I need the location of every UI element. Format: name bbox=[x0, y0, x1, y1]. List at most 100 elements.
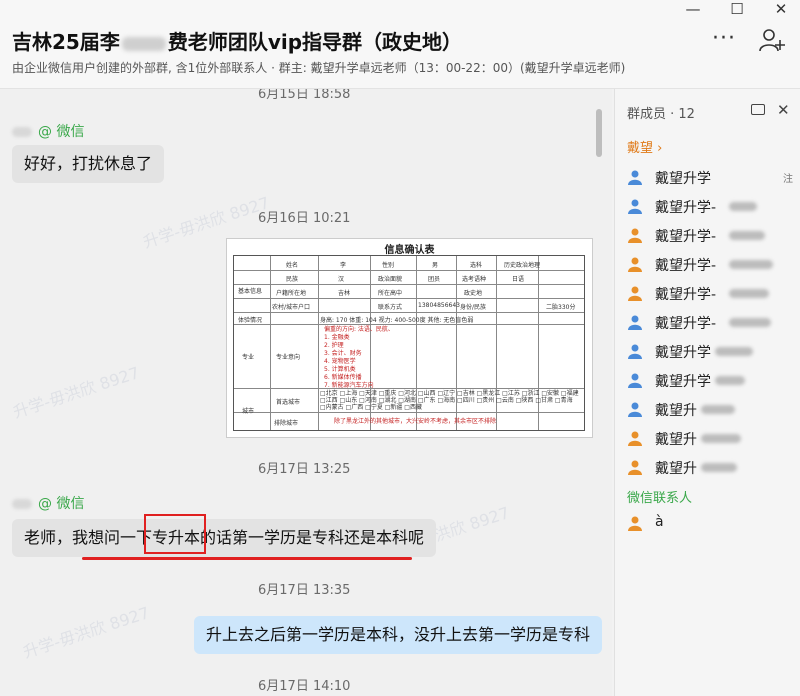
person-icon-body bbox=[628, 324, 642, 330]
image-message[interactable]: 信息确认表 基本信息 体验情况 专业 城市 姓名 民族 户籍所在地 农村/城市户… bbox=[226, 238, 593, 438]
form-row-label: 基本信息 bbox=[238, 288, 263, 295]
person-icon-head bbox=[631, 344, 639, 352]
city-line: □江西 □山东 □河南 □湖北 □湖南 □广东 □海南 □四川 □贵州 □云南 … bbox=[320, 397, 573, 404]
member-row[interactable]: 戴望升学- bbox=[627, 194, 797, 218]
member-row[interactable]: 戴望升 bbox=[627, 455, 797, 479]
member-row[interactable]: à bbox=[627, 511, 797, 535]
more-icon[interactable]: ··· bbox=[712, 26, 736, 51]
member-name-blur bbox=[715, 347, 753, 356]
form-cell: 汉 bbox=[338, 276, 345, 283]
member-row[interactable]: 戴望升学- bbox=[627, 310, 797, 334]
person-icon-head bbox=[631, 228, 639, 236]
person-icon-body bbox=[628, 440, 642, 446]
message-bubble-self[interactable]: 升上去之后第一学历是本科，没升上去第一学历是专科 bbox=[194, 616, 603, 654]
form-city2-note: 除了黑龙江外的其他城市，大兴安岭不考虑，其余市区不排除 bbox=[334, 418, 497, 425]
grid-line bbox=[318, 256, 319, 430]
message-icon[interactable] bbox=[751, 104, 765, 115]
member-name: à bbox=[655, 514, 664, 530]
person-icon bbox=[628, 257, 642, 272]
member-name: 戴望升学 bbox=[655, 345, 711, 361]
form-cell: 性别 bbox=[382, 262, 395, 269]
title-blur bbox=[121, 36, 166, 51]
major-line: 7. 新能源汽车方向 bbox=[324, 382, 374, 389]
person-icon bbox=[628, 402, 642, 417]
form-row-label: 体验情况 bbox=[238, 317, 263, 324]
member-name-blur bbox=[729, 202, 757, 211]
sender-name-blur bbox=[12, 499, 32, 509]
person-icon-head bbox=[631, 286, 639, 294]
member-name: 戴望升学- bbox=[655, 200, 717, 216]
form-cell: 政治面貌 bbox=[378, 276, 403, 283]
member-count: 群成员 · 12 bbox=[627, 107, 695, 122]
person-icon-head bbox=[631, 516, 639, 524]
message-bubble[interactable]: 好好，打扰休息了 bbox=[12, 145, 165, 183]
member-panel: 群成员 · 12 ✕ 戴望 › 戴望升学 注戴望升学- 戴望升学- 戴望升学- 戴望升学… bbox=[614, 89, 800, 696]
form-cell: 历史政治地理 bbox=[504, 262, 541, 269]
maximize-button[interactable]: ☐ bbox=[722, 0, 752, 18]
major-line: 2. 护理 bbox=[324, 342, 344, 349]
member-row[interactable]: 戴望升 bbox=[627, 426, 797, 450]
form-cell: 吉林 bbox=[338, 290, 351, 297]
member-row[interactable]: 戴望升学 注 bbox=[627, 165, 797, 189]
watermark: 升学-毋洪欣 8927 bbox=[10, 363, 142, 422]
major-line: 5. 计算机类 bbox=[324, 366, 356, 373]
person-icon bbox=[628, 199, 642, 214]
major-line: 1. 金融类 bbox=[324, 334, 350, 341]
member-tag: 注 bbox=[783, 174, 793, 185]
person-icon-body bbox=[628, 237, 642, 243]
title-bar: — ☐ ✕ 吉林25届李 费老师团队vip指导群（政史地） 由企业微信用户创建的外… bbox=[0, 0, 800, 89]
person-icon-body bbox=[628, 295, 642, 301]
member-name: 戴望升学- bbox=[655, 229, 717, 245]
add-member-icon[interactable] bbox=[758, 26, 786, 54]
form-cell: 二胎330分 bbox=[546, 304, 576, 311]
person-icon-head bbox=[631, 199, 639, 207]
timestamp: 6月17日 13:25 bbox=[258, 462, 351, 477]
member-name-blur bbox=[715, 376, 745, 385]
form-cell: 姓名 bbox=[286, 262, 299, 269]
close-button[interactable]: ✕ bbox=[766, 0, 796, 18]
annotation-underline bbox=[82, 557, 412, 560]
major-line: 6. 新媒体传播 bbox=[324, 374, 362, 381]
form-major-list: 偏重的方向: 法语、民航、 1. 金融类 2. 护理 3. 会计、财务 4. 宠… bbox=[324, 326, 394, 390]
sender-label: @ 微信 bbox=[38, 124, 85, 140]
member-row[interactable]: 戴望升学 bbox=[627, 368, 797, 392]
person-icon-head bbox=[631, 257, 639, 265]
form-city-options: □北京 □上海 □天津 □重庆 □河北 □山西 □辽宁 □吉林 □黑龙江 □江苏… bbox=[320, 390, 579, 411]
chat-subtitle: 由企业微信用户创建的外部群, 含1位外部联系人 · 群主: 戴望升学卓远老师（1… bbox=[12, 61, 626, 75]
chat-area[interactable]: 升学-毋洪欣 8927 升学-毋洪欣 8927 升学-毋洪欣 8927 升学-毋… bbox=[0, 89, 612, 696]
form-city2-label: 排除城市 bbox=[274, 420, 299, 427]
timestamp: 6月16日 10:21 bbox=[258, 211, 351, 226]
person-icon bbox=[628, 431, 642, 446]
timestamp: 6月17日 13:35 bbox=[258, 583, 351, 598]
member-group-label[interactable]: 戴望 › bbox=[627, 137, 662, 156]
chat-title-end: 费老师团队vip指导群（政史地） bbox=[167, 30, 463, 54]
person-icon-body bbox=[628, 411, 642, 417]
person-icon-head bbox=[631, 402, 639, 410]
form-body-line: 身高: 170 体重: 104 视力: 400-500度 其他: 无色盲色弱 bbox=[320, 317, 474, 324]
major-line: 偏重的方向: 法语、民航、 bbox=[324, 326, 394, 333]
member-name: 戴望升学 bbox=[655, 374, 711, 390]
message-bubble[interactable]: 老师，我想问一下专升本的话第一学历是专科还是本科呢 bbox=[12, 519, 437, 557]
message-sender: @ 微信 bbox=[12, 493, 84, 513]
member-row[interactable]: 戴望升学 bbox=[627, 339, 797, 363]
minimize-button[interactable]: — bbox=[678, 0, 708, 18]
member-name-blur bbox=[701, 463, 737, 472]
form-cell: 李 bbox=[340, 262, 347, 269]
member-name-blur bbox=[729, 231, 765, 240]
person-icon bbox=[628, 460, 642, 475]
member-name: 戴望升学- bbox=[655, 258, 717, 274]
chat-scrollbar[interactable] bbox=[596, 109, 602, 157]
form-cell: 选考语种 bbox=[462, 276, 487, 283]
person-icon-head bbox=[631, 315, 639, 323]
person-icon-head bbox=[631, 170, 639, 178]
member-name-blur bbox=[729, 260, 773, 269]
timestamp: 6月17日 14:10 bbox=[258, 679, 351, 694]
close-icon[interactable]: ✕ bbox=[777, 101, 790, 119]
timestamp: 6月15日 18:58 bbox=[258, 89, 351, 102]
member-row[interactable]: 戴望升 bbox=[627, 397, 797, 421]
member-row[interactable]: 戴望升学- bbox=[627, 223, 797, 247]
member-row[interactable]: 戴望升学- bbox=[627, 281, 797, 305]
person-icon-head bbox=[631, 460, 639, 468]
member-row[interactable]: 戴望升学- bbox=[627, 252, 797, 276]
person-icon-body bbox=[628, 208, 642, 214]
